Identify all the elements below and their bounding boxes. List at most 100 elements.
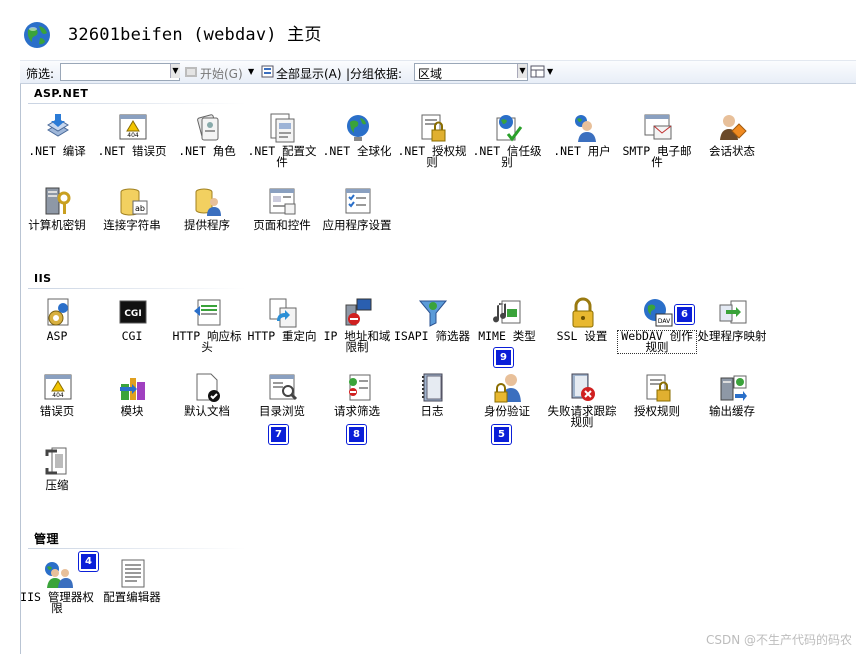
- page-header: 32601beifen (webdav) 主页: [0, 0, 858, 58]
- tile-ip-domain-restrictions[interactable]: IP 地址和域限制: [320, 297, 394, 363]
- step-badge: 9: [494, 348, 513, 367]
- tile-output-caching[interactable]: 输出缓存: [695, 372, 769, 438]
- tile-handler-mappings[interactable]: 处理程序映射: [695, 297, 769, 363]
- webdav-icon: DAV: [644, 299, 673, 327]
- tile-label: 失败请求跟踪规则: [547, 404, 617, 429]
- directory-browsing-icon: [269, 374, 298, 401]
- cgi-icon: CGI: [119, 300, 147, 324]
- tile-label: 压缩: [45, 478, 69, 492]
- tile-label: .NET 信任级别: [472, 144, 542, 169]
- tile-label: 连接字符串: [103, 218, 161, 232]
- start-button[interactable]: 开始(G): [200, 65, 243, 82]
- start-dropdown-icon[interactable]: ▼: [248, 67, 254, 76]
- tile-isapi-filters[interactable]: ISAPI 筛选器: [394, 297, 470, 363]
- authorization-icon: [421, 114, 446, 142]
- tile-net-roles[interactable]: .NET 角色: [170, 112, 244, 178]
- group-by-value: 区域: [418, 67, 443, 81]
- tile-label: .NET 配置文件: [247, 144, 317, 169]
- response-headers-icon: [194, 299, 221, 326]
- tile-label: 提供程序: [184, 218, 230, 232]
- configuration-editor-icon: [121, 559, 145, 588]
- section-divider: [28, 288, 246, 289]
- tile-authorization-rules[interactable]: 授权规则: [620, 372, 694, 438]
- tile-default-document[interactable]: 默认文档: [170, 372, 244, 438]
- tile-modules[interactable]: 模块: [95, 372, 169, 438]
- group-by-select[interactable]: 区域: [414, 63, 528, 81]
- group-by-label: |分组依据:: [346, 67, 403, 81]
- roles-icon: [197, 114, 219, 141]
- providers-icon: [195, 188, 221, 216]
- tile-net-trust-levels[interactable]: .NET 信任级别: [470, 112, 544, 178]
- watermark: CSDN @不生产代码的码农: [705, 633, 852, 647]
- tile-label: IP 地址和域限制: [323, 329, 391, 354]
- tile-smtp-email[interactable]: SMTP 电子邮件: [620, 112, 694, 178]
- tile-http-redirect[interactable]: HTTP 重定向: [245, 297, 319, 363]
- section-aspnet: ASP.NET: [34, 87, 89, 100]
- svg-text:CGI: CGI: [124, 309, 141, 319]
- asp-icon: [47, 298, 69, 326]
- tile-label: 应用程序设置: [322, 218, 392, 232]
- users-icon: [575, 115, 596, 142]
- tile-net-error-pages[interactable]: 404 .NET 错误页: [95, 112, 169, 178]
- tile-label: CGI: [121, 329, 143, 343]
- redirect-icon: [269, 298, 297, 328]
- tile-machine-key[interactable]: 计算机密钥: [20, 186, 94, 252]
- tile-label: HTTP 响应标头: [172, 329, 242, 354]
- tile-label: 身份验证: [484, 404, 530, 418]
- svg-text:404: 404: [52, 392, 64, 399]
- tile-error-pages[interactable]: 404 错误页: [20, 372, 94, 438]
- tile-label: HTTP 重定向: [247, 329, 317, 343]
- machine-key-icon: [45, 187, 71, 215]
- tile-label: MIME 类型: [478, 329, 536, 343]
- step-badge: 7: [269, 425, 288, 444]
- manager-permissions-icon: [45, 562, 73, 588]
- step-badge: 8: [347, 425, 366, 444]
- tile-logging[interactable]: 日志: [395, 372, 469, 438]
- tile-label: SSL 设置: [556, 329, 608, 343]
- view-mode-icon[interactable]: [530, 65, 546, 79]
- tile-ssl-settings[interactable]: SSL 设置: [545, 297, 619, 363]
- filter-label: 筛选:: [26, 67, 55, 81]
- tile-compression[interactable]: 压缩: [20, 446, 94, 512]
- tile-pages-and-controls[interactable]: 页面和控件: [245, 186, 319, 252]
- tile-label: 模块: [120, 404, 144, 418]
- section-divider: [28, 548, 246, 549]
- tile-connection-strings[interactable]: ab 连接字符串: [95, 186, 169, 252]
- logging-icon: [422, 373, 443, 402]
- tile-label: WebDAV 创作规则: [617, 330, 697, 354]
- tile-net-compilation[interactable]: .NET 编译: [20, 112, 94, 178]
- view-mode-dropdown-icon[interactable]: ▼: [547, 67, 553, 76]
- tile-providers[interactable]: 提供程序: [170, 186, 244, 252]
- mime-types-icon: [493, 300, 521, 324]
- authentication-icon: [494, 374, 521, 403]
- tile-label: 错误页: [39, 404, 75, 418]
- show-all-button[interactable]: 全部显示(A): [276, 65, 342, 82]
- tile-label: .NET 编译: [28, 144, 86, 158]
- filter-dropdown-icon[interactable]: ▼: [170, 64, 180, 78]
- section-divider: [28, 103, 246, 104]
- tile-app-settings[interactable]: 应用程序设置: [320, 186, 394, 252]
- tile-net-profile[interactable]: .NET 配置文件: [245, 112, 319, 178]
- tile-failed-request-tracing-rules[interactable]: 失败请求跟踪规则: [545, 372, 619, 438]
- show-all-icon: [261, 65, 274, 78]
- tile-session-state[interactable]: 会话状态: [695, 112, 769, 178]
- authorization-icon: [646, 374, 671, 402]
- tile-net-globalization[interactable]: .NET 全球化: [320, 112, 394, 178]
- tile-net-users[interactable]: .NET 用户: [545, 112, 619, 178]
- tile-cgi[interactable]: CGI CGI: [95, 297, 169, 363]
- tile-label: .NET 授权规则: [397, 144, 467, 169]
- tile-net-authorization-rules[interactable]: .NET 授权规则: [395, 112, 469, 178]
- group-by-dropdown-icon[interactable]: ▼: [517, 64, 527, 78]
- filter-input[interactable]: [60, 63, 180, 81]
- svg-text:DAV: DAV: [658, 318, 671, 325]
- modules-icon: [120, 378, 145, 400]
- tile-label: SMTP 电子邮件: [622, 144, 692, 169]
- trust-levels-icon: [496, 115, 523, 142]
- isapi-filters-icon: [418, 300, 448, 327]
- tile-configuration-editor[interactable]: 配置编辑器: [95, 558, 169, 624]
- tile-http-response-headers[interactable]: HTTP 响应标头: [170, 297, 244, 363]
- tile-asp[interactable]: ASP: [20, 297, 94, 363]
- step-badge: 5: [492, 425, 511, 444]
- session-state-icon: [720, 115, 747, 140]
- compression-icon: [45, 447, 67, 475]
